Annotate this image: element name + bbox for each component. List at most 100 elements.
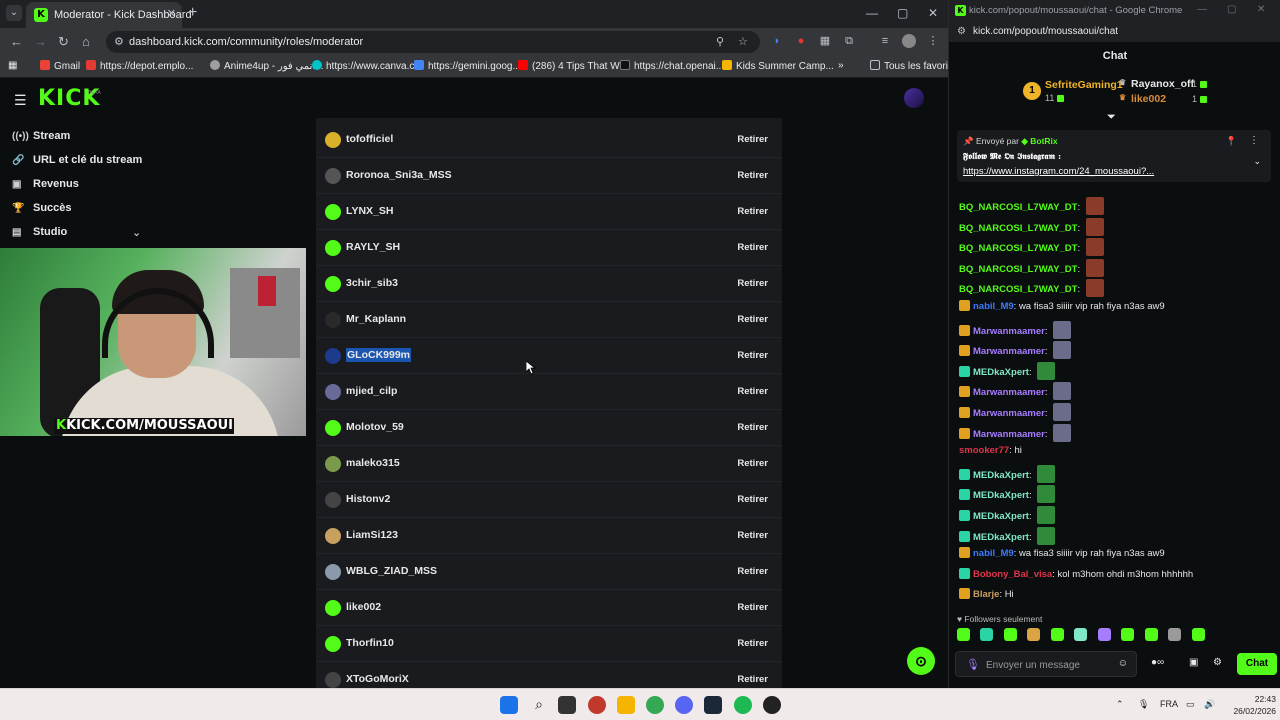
leaderboard-second-user[interactable]: Rayanox_off — [1131, 78, 1194, 90]
chat-username[interactable]: MEDkaXpert — [973, 367, 1029, 378]
remove-moderator-button[interactable]: Retirer — [737, 566, 768, 577]
bookmark-item[interactable]: Gmail — [40, 60, 80, 72]
home-icon[interactable]: ⌂ — [82, 34, 90, 49]
remove-moderator-button[interactable]: Retirer — [737, 638, 768, 649]
chat-username[interactable]: MEDkaXpert — [973, 532, 1029, 543]
apps-grid-icon[interactable]: ▦ — [8, 60, 17, 71]
microphone-tray-icon[interactable]: 🎙 — [1138, 699, 1149, 710]
moderator-username[interactable]: LYNX_SH — [346, 205, 393, 217]
remove-moderator-button[interactable]: Retirer — [737, 602, 768, 613]
chat-username[interactable]: BQ_NARCOSI_L7WAY_DT — [959, 264, 1077, 275]
windows-start-icon[interactable] — [500, 696, 518, 714]
bookmark-item[interactable]: https://gemini.goog... — [414, 60, 521, 72]
microphone-icon[interactable]: 🎙 — [966, 658, 980, 671]
extension-icon[interactable]: ▦ — [818, 34, 832, 48]
remove-moderator-button[interactable]: Retirer — [737, 134, 768, 145]
leaderboard-top-user[interactable]: SefriteGaming1 — [1045, 79, 1123, 91]
remove-moderator-button[interactable]: Retirer — [737, 458, 768, 469]
extension-icon[interactable]: ◗ — [770, 34, 784, 48]
emote-icon[interactable] — [1074, 628, 1088, 641]
chevron-down-icon[interactable]: ⌄ — [1253, 156, 1261, 167]
remove-moderator-button[interactable]: Retirer — [737, 386, 768, 397]
menu-kebab-icon[interactable]: ⋮ — [926, 34, 940, 48]
chat-username[interactable]: nabil_M9 — [973, 548, 1014, 559]
close-tab-icon[interactable]: ✕ — [167, 7, 176, 20]
chat-username[interactable]: Marwanmaamer — [973, 408, 1045, 419]
sidebar-item-studio[interactable]: ▤ Studio — [12, 226, 67, 238]
maximize-icon[interactable]: ▢ — [897, 6, 908, 20]
network-icon[interactable]: ▭ — [1186, 699, 1195, 710]
file-explorer-icon[interactable] — [617, 696, 635, 714]
chat-username[interactable]: BQ_NARCOSI_L7WAY_DT — [959, 243, 1077, 254]
sidebar-item-stream[interactable]: ((•)) Stream — [12, 130, 70, 142]
search-icon[interactable]: ⌕ — [530, 696, 548, 714]
store-icon[interactable]: ▣ — [1189, 657, 1198, 668]
remove-moderator-button[interactable]: Retirer — [737, 206, 768, 217]
tray-overflow-icon[interactable]: ⌃ — [1116, 699, 1124, 710]
moderator-username[interactable]: maleko315 — [346, 457, 400, 469]
remove-moderator-button[interactable]: Retirer — [737, 494, 768, 505]
moderator-username[interactable]: tofofficiel — [346, 133, 393, 145]
chat-username[interactable]: MEDkaXpert — [973, 470, 1029, 481]
obs-icon[interactable] — [763, 696, 781, 714]
spotify-icon[interactable] — [734, 696, 752, 714]
extension-icon[interactable]: ● — [794, 34, 808, 48]
app-icon[interactable] — [588, 696, 606, 714]
maximize-icon[interactable]: ▢ — [1227, 4, 1236, 15]
remove-moderator-button[interactable]: Retirer — [737, 530, 768, 541]
remove-moderator-button[interactable]: Retirer — [737, 278, 768, 289]
moderator-username[interactable]: WBLG_ZIAD_MSS — [346, 565, 437, 577]
language-indicator[interactable]: FRA — [1160, 699, 1178, 709]
moderator-username[interactable]: 3chir_sib3 — [346, 277, 398, 289]
discord-icon[interactable] — [675, 696, 693, 714]
remove-moderator-button[interactable]: Retirer — [737, 314, 768, 325]
zoom-icon[interactable]: ⚲ — [716, 35, 724, 48]
task-view-icon[interactable] — [558, 696, 576, 714]
sidebar-item-stream-url-key[interactable]: 🔗 URL et clé du stream — [12, 154, 142, 166]
emote-icon[interactable] — [1003, 628, 1017, 641]
chevron-down-icon[interactable]: ⌄ — [132, 226, 141, 239]
chat-username[interactable]: Marwanmaamer — [973, 326, 1045, 337]
emote-icon[interactable] — [1144, 628, 1158, 641]
more-options-icon[interactable]: ⋮ — [1249, 135, 1259, 146]
back-arrow-icon[interactable]: ← — [10, 34, 23, 49]
chat-username[interactable]: Marwanmaamer — [973, 387, 1045, 398]
forward-arrow-icon[interactable]: → — [34, 34, 47, 49]
remove-moderator-button[interactable]: Retirer — [737, 242, 768, 253]
new-tab-button[interactable]: + — [188, 4, 197, 22]
system-clock[interactable]: 22:43 26/02/2026 — [1228, 693, 1276, 717]
chat-username[interactable]: BQ_NARCOSI_L7WAY_DT — [959, 223, 1077, 234]
emote-icon[interactable] — [1121, 628, 1135, 641]
chrome-icon[interactable] — [646, 696, 664, 714]
moderator-username[interactable]: mjied_cilp — [346, 385, 397, 397]
minimize-icon[interactable]: — — [1197, 4, 1207, 15]
remove-moderator-button[interactable]: Retirer — [737, 170, 768, 181]
tab-search-button[interactable]: ⌄ — [6, 5, 22, 21]
moderator-username[interactable]: RAYLY_SH — [346, 241, 400, 253]
moderator-username[interactable]: GLoCK999m — [346, 348, 412, 362]
filter-icon[interactable]: ⏷ — [1107, 111, 1116, 124]
chat-username[interactable]: BQ_NARCOSI_L7WAY_DT — [959, 202, 1077, 213]
pinned-link[interactable]: https://www.instagram.com/24_moussaoui?.… — [963, 166, 1154, 177]
remove-moderator-button[interactable]: Retirer — [737, 674, 768, 685]
pin-icon[interactable]: 📍 — [1226, 136, 1237, 147]
chat-message-input[interactable] — [986, 657, 1116, 673]
emote-icon[interactable] — [1027, 628, 1041, 641]
reload-icon[interactable]: ↻ — [58, 34, 69, 50]
chat-username[interactable]: nabil_M9 — [973, 301, 1014, 312]
emote-icon[interactable] — [1168, 628, 1182, 641]
settings-gear-icon[interactable]: ⚙ — [1213, 657, 1222, 668]
kick-points-icon[interactable]: ●∞ — [1151, 657, 1164, 668]
bookmark-item[interactable]: (286) 4 Tips That Wi... — [518, 60, 630, 72]
chat-username[interactable]: MEDkaXpert — [973, 511, 1029, 522]
user-avatar[interactable] — [904, 88, 924, 108]
pinned-sender-name[interactable]: BotRix — [1030, 136, 1057, 146]
volume-icon[interactable]: 🔊 — [1204, 699, 1215, 710]
close-window-icon[interactable]: ✕ — [928, 6, 938, 20]
profile-avatar-icon[interactable] — [902, 34, 916, 48]
bookmark-star-icon[interactable]: ☆ — [738, 35, 748, 48]
moderator-username[interactable]: Molotov_59 — [346, 421, 404, 433]
moderator-username[interactable]: LiamSi123 — [346, 529, 398, 541]
moderator-username[interactable]: like002 — [346, 601, 381, 613]
all-bookmarks-folder[interactable]: Tous les favoris — [870, 60, 948, 72]
